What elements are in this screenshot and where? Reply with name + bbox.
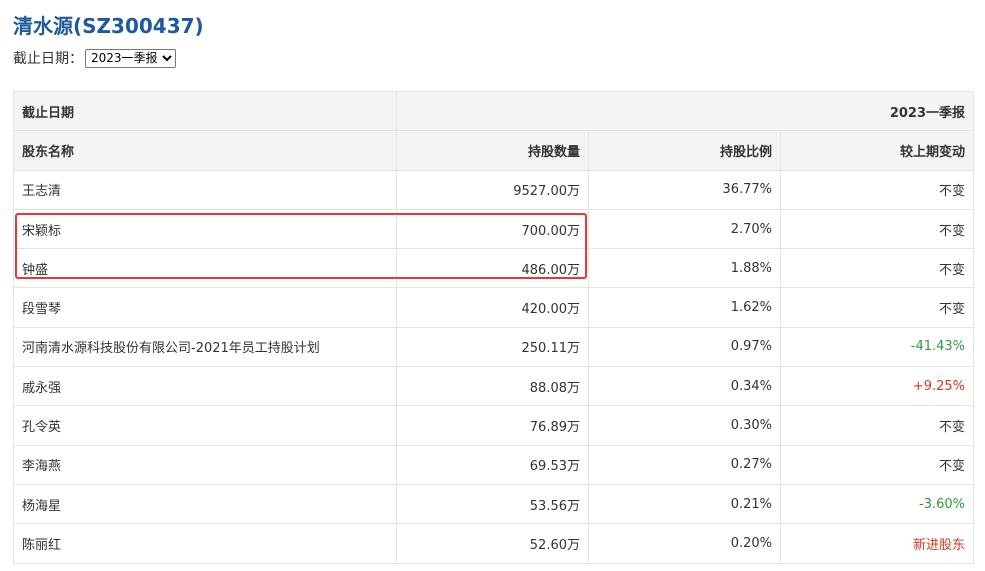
holder-name: 宋颖标 — [13, 208, 397, 250]
table-row: 李海燕 69.53万 0.27% 不变 — [13, 444, 975, 485]
table-row: 孔令英 76.89万 0.30% 不变 — [13, 405, 975, 446]
holder-shares: 69.53万 — [396, 444, 589, 485]
date-filter: 截止日期： 2023一季报 — [13, 48, 176, 68]
holder-shares: 76.89万 — [396, 405, 589, 446]
date-label: 截止日期： — [13, 51, 83, 67]
holder-change: -3.60% — [779, 483, 975, 525]
holder-change: -41.43% — [779, 326, 975, 368]
holder-shares: 9527.00万 — [396, 169, 589, 210]
report-period-select[interactable]: 2023一季报 — [85, 48, 176, 68]
holder-shares: 53.56万 — [396, 483, 589, 525]
holder-ratio: 0.20% — [588, 523, 781, 564]
column-header-shares: 持股数量 — [396, 130, 589, 171]
holder-name: 陈丽红 — [13, 523, 397, 564]
table-row: 杨海星 53.56万 0.21% -3.60% — [13, 483, 975, 525]
table-row: 陈丽红 52.60万 0.20% 新进股东 — [13, 523, 975, 564]
holder-change: 不变 — [779, 287, 975, 328]
holder-shares: 700.00万 — [396, 208, 589, 250]
column-header-row: 股东名称 持股数量 持股比例 较上期变动 — [13, 130, 975, 171]
page-title: 清水源(SZ300437) — [13, 14, 204, 38]
holder-shares: 420.00万 — [396, 287, 589, 328]
holder-name: 王志清 — [13, 169, 397, 210]
holder-change: 不变 — [779, 169, 975, 210]
table-row: 王志清 9527.00万 36.77% 不变 — [13, 169, 975, 210]
holder-ratio: 0.30% — [588, 405, 781, 446]
holder-shares: 52.60万 — [396, 523, 589, 564]
period-header-row: 截止日期 2023一季报 — [13, 90, 975, 132]
holder-change: 不变 — [779, 248, 975, 289]
holder-change: 新进股东 — [779, 523, 975, 564]
holder-change: +9.25% — [779, 366, 975, 407]
column-header-change: 较上期变动 — [779, 130, 975, 171]
holder-shares: 88.08万 — [396, 366, 589, 407]
period-header-label: 截止日期 — [13, 90, 397, 132]
holder-ratio: 0.27% — [588, 444, 781, 485]
period-header-value: 2023一季报 — [395, 90, 975, 132]
holder-ratio: 0.97% — [588, 326, 781, 368]
holder-change: 不变 — [779, 444, 975, 485]
table-row: 宋颖标 700.00万 2.70% 不变 — [13, 208, 975, 250]
column-header-name: 股东名称 — [13, 130, 397, 171]
holder-ratio: 1.88% — [588, 248, 781, 289]
table-row: 戚永强 88.08万 0.34% +9.25% — [13, 366, 975, 407]
holder-ratio: 36.77% — [588, 169, 781, 210]
holder-ratio: 0.34% — [588, 366, 781, 407]
holder-ratio: 0.21% — [588, 483, 781, 525]
holder-name: 杨海星 — [13, 483, 397, 525]
holder-name: 段雪琴 — [13, 287, 397, 328]
holder-ratio: 2.70% — [588, 208, 781, 250]
holder-shares: 486.00万 — [396, 248, 589, 289]
holder-name: 李海燕 — [13, 444, 397, 485]
holder-change: 不变 — [779, 208, 975, 250]
holder-ratio: 1.62% — [588, 287, 781, 328]
holder-shares: 250.11万 — [396, 326, 589, 368]
column-header-ratio: 持股比例 — [588, 130, 781, 171]
holder-name: 孔令英 — [13, 405, 397, 446]
holder-name: 河南清水源科技股份有限公司-2021年员工持股计划 — [13, 326, 397, 368]
table-row: 河南清水源科技股份有限公司-2021年员工持股计划 250.11万 0.97% -41… — [13, 326, 975, 368]
holder-name: 钟盛 — [13, 248, 397, 289]
table-row: 钟盛 486.00万 1.88% 不变 — [13, 248, 975, 289]
holder-name: 戚永强 — [13, 366, 397, 407]
holder-change: 不变 — [779, 405, 975, 446]
table-row: 段雪琴 420.00万 1.62% 不变 — [13, 287, 975, 328]
shareholder-table: 截止日期 2023一季报 股东名称 持股数量 持股比例 较上期变动 王志清 952… — [13, 90, 975, 564]
